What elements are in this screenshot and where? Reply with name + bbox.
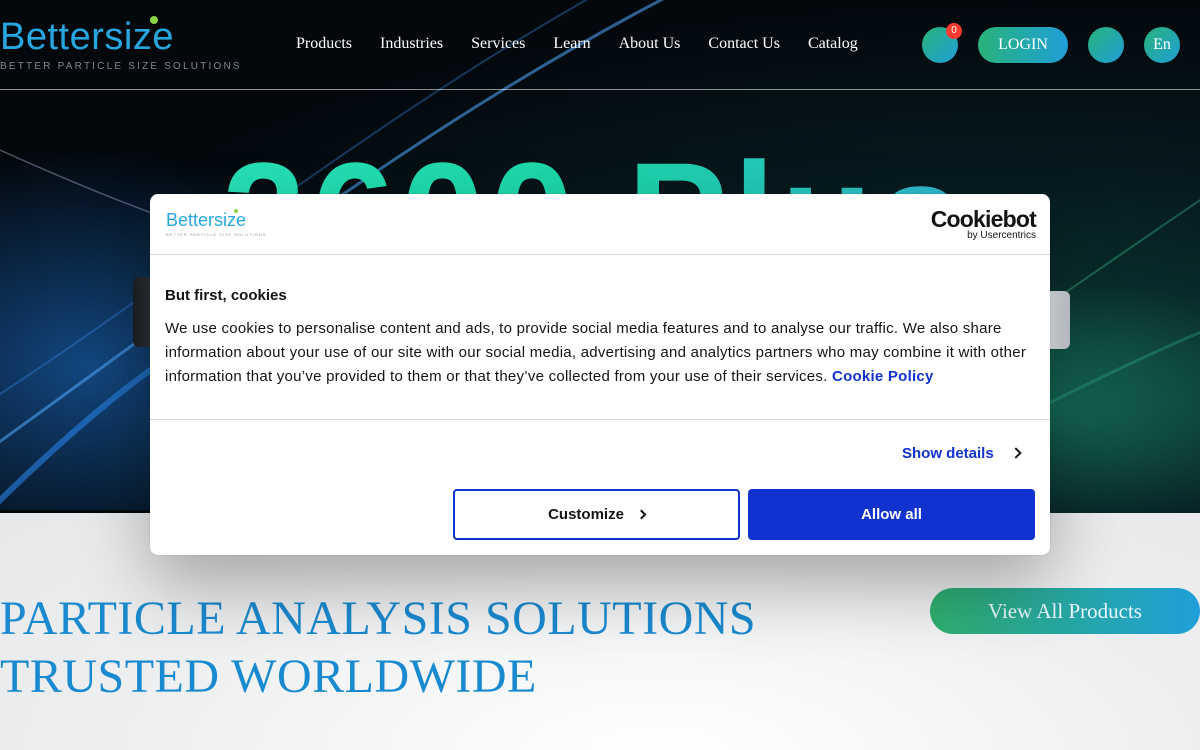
show-details-label: Show details — [902, 445, 994, 462]
view-all-products-button[interactable]: View All Products — [930, 588, 1200, 634]
dialog-text: We use cookies to personalise content an… — [165, 317, 1035, 389]
section-headline: PARTICLE ANALYSIS SOLUTIONS TRUSTED WORL… — [0, 590, 756, 706]
logo-tagline: BETTER PARTICLE SIZE SOLUTIONS — [0, 61, 242, 72]
nav-learn[interactable]: Learn — [553, 33, 590, 55]
show-details-link[interactable]: Show details — [902, 444, 1022, 464]
site-header: Bettersize BETTER PARTICLE SIZE SOLUTION… — [0, 0, 1200, 90]
headline-line-1: PARTICLE ANALYSIS SOLUTIONS — [0, 592, 757, 645]
customize-label: Customize — [548, 506, 624, 523]
headline-line-2: TRUSTED WORLDWIDE — [0, 650, 537, 703]
nav-contact-us[interactable]: Contact Us — [708, 33, 780, 55]
site-logo[interactable]: Bettersize BETTER PARTICLE SIZE SOLUTION… — [0, 14, 240, 76]
dialog-logo-wordmark: Bettersize — [166, 210, 247, 230]
cookiebot-wordmark: Cookiebot — [930, 206, 1037, 232]
chevron-right-icon — [1010, 447, 1022, 459]
dialog-divider — [150, 419, 1050, 420]
language-selector[interactable]: En — [1144, 27, 1180, 63]
nav-products[interactable]: Products — [296, 33, 352, 55]
login-button[interactable]: LOGIN — [978, 27, 1068, 63]
dialog-body: But first, cookies We use cookies to per… — [165, 287, 1035, 389]
cart-count-badge: 0 — [946, 23, 962, 39]
nav-industries[interactable]: Industries — [380, 33, 443, 55]
nav-services[interactable]: Services — [471, 33, 525, 55]
chevron-right-icon — [636, 509, 647, 520]
nav-catalog[interactable]: Catalog — [808, 33, 858, 55]
logo-wordmark: Bettersize — [0, 16, 174, 58]
dialog-logo-dot-icon — [234, 209, 238, 213]
search-icon[interactable] — [1088, 27, 1124, 63]
dialog-logo-tagline: BETTER PARTICLE SIZE SOLUTIONS — [166, 232, 267, 237]
dialog-site-logo: Bettersize BETTER PARTICLE SIZE SOLUTION… — [166, 209, 267, 237]
cookiebot-logo[interactable]: Cookiebot by Usercentrics — [930, 206, 1037, 242]
dialog-header: Bettersize BETTER PARTICLE SIZE SOLUTION… — [150, 194, 1050, 255]
main-nav: Products Industries Services Learn About… — [296, 33, 886, 55]
cookie-consent-dialog: Bettersize BETTER PARTICLE SIZE SOLUTION… — [150, 194, 1050, 555]
dialog-title: But first, cookies — [165, 287, 287, 304]
customize-button[interactable]: Customize — [453, 489, 740, 540]
cookie-policy-link[interactable]: Cookie Policy — [832, 368, 934, 385]
allow-all-button[interactable]: Allow all — [748, 489, 1035, 540]
logo-dot-icon — [150, 16, 158, 24]
nav-about-us[interactable]: About Us — [619, 33, 681, 55]
